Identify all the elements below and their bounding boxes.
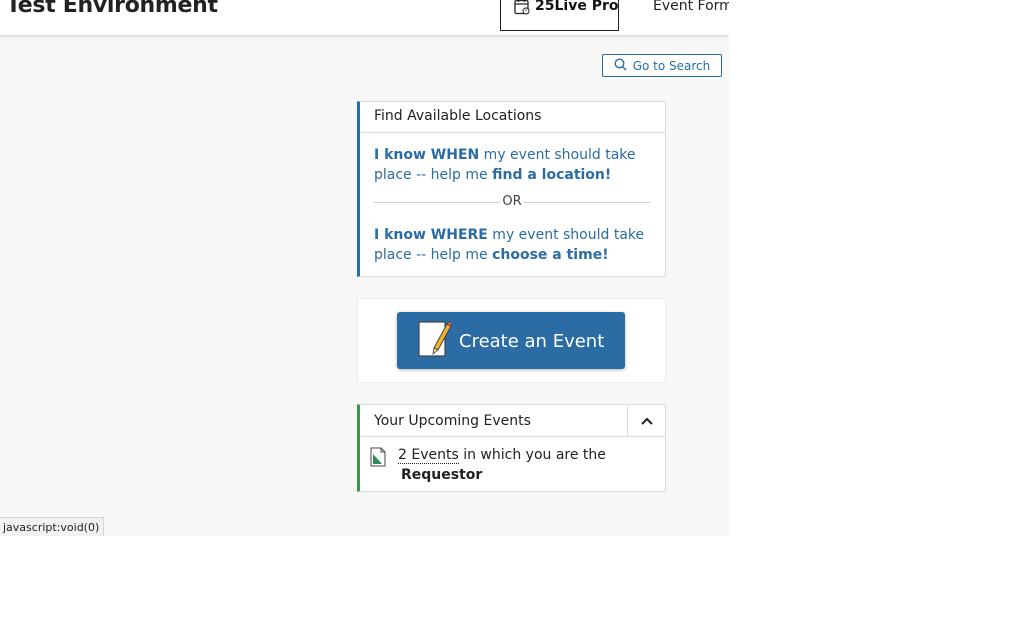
go-to-search-label: Go to Search xyxy=(632,58,711,73)
create-event-button[interactable]: Create an Event xyxy=(397,312,625,369)
create-event-icon xyxy=(418,320,453,364)
where-bold: I know WHERE xyxy=(374,227,488,243)
tab-event-form[interactable]: Event Form xyxy=(653,0,729,14)
find-locations-card: Find Available Locations I know WHEN my … xyxy=(357,101,666,277)
where-action: choose a time! xyxy=(492,247,609,263)
go-to-search-button[interactable]: Go to Search xyxy=(602,54,722,77)
collapse-button[interactable] xyxy=(627,405,665,436)
when-bold: I know WHEN xyxy=(374,147,480,163)
chevron-up-icon xyxy=(640,411,654,430)
tab-25live-pro-label: 25Live Pro xyxy=(535,0,619,14)
find-locations-title: Find Available Locations xyxy=(360,102,665,133)
calendar-icon xyxy=(514,0,530,19)
document-icon xyxy=(370,447,386,471)
environment-title: Test Environment xyxy=(6,0,218,18)
tab-25live-pro[interactable]: 25Live Pro xyxy=(500,0,619,31)
upcoming-events-card: Your Upcoming Events 2 Events in which y… xyxy=(357,404,666,492)
status-bar: javascript:void(0) xyxy=(0,517,105,536)
choose-time-link[interactable]: I know WHERE my event should take place … xyxy=(374,225,659,265)
divider-line xyxy=(374,202,500,203)
create-event-label: Create an Event xyxy=(459,331,605,352)
search-icon xyxy=(614,57,627,74)
app-viewport: Test Environment 25Live Pro Event Form G… xyxy=(0,0,729,536)
create-event-card: Create an Event xyxy=(357,298,666,383)
upcoming-events-text: 2 Events in which you are the Requestor xyxy=(398,445,658,485)
top-header: Test Environment 25Live Pro Event Form xyxy=(0,0,729,35)
role-label: Requestor xyxy=(401,467,483,483)
upcoming-events-title: Your Upcoming Events xyxy=(360,405,665,437)
events-description: in which you are the xyxy=(458,447,606,463)
events-count-link[interactable]: 2 Events xyxy=(398,447,459,464)
or-label: OR xyxy=(502,194,522,209)
or-divider: OR xyxy=(374,194,650,210)
divider-line xyxy=(524,202,650,203)
when-action: find a location! xyxy=(492,167,612,183)
find-location-link[interactable]: I know WHEN my event should take place -… xyxy=(374,145,659,185)
